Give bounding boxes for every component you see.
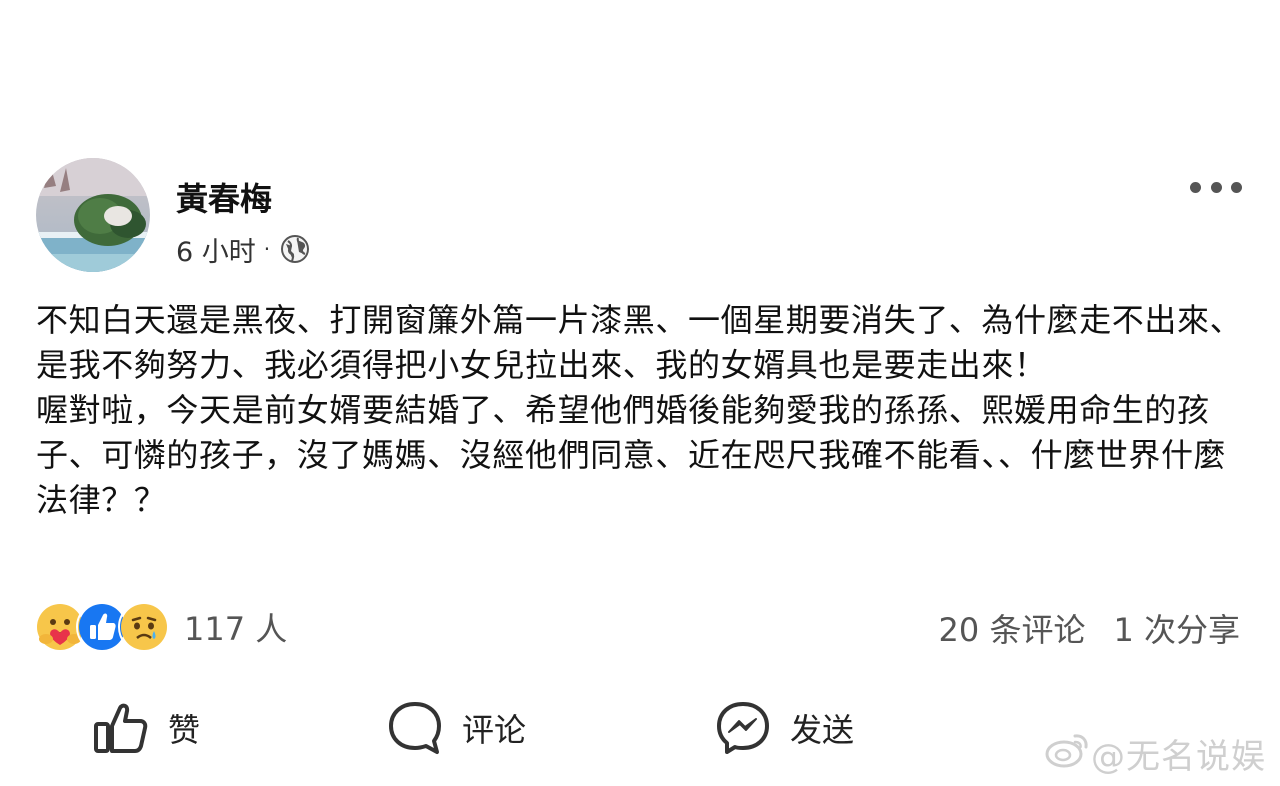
more-dot-icon — [1231, 181, 1242, 193]
thumbs-up-icon — [92, 699, 150, 757]
post-paragraph: 不知白天還是黑夜、打開窗簾外篇一片漆黑、一個星期要消失了、為什麼走不出來、是我不… — [36, 301, 1243, 384]
like-label: 赞 — [168, 711, 201, 749]
watermark-text: @无名说娱 — [1091, 737, 1266, 777]
post-text: 不知白天還是黑夜、打開窗簾外篇一片漆黑、一個星期要消失了、為什麼走不出來、是我不… — [36, 298, 1248, 523]
send-label: 发送 — [790, 711, 855, 749]
sad-emoji-icon — [118, 601, 170, 653]
reactions-summary[interactable]: 117 人 — [34, 601, 288, 653]
author-avatar[interactable] — [36, 158, 150, 272]
post-meta: 6 小时 · — [176, 230, 310, 269]
comment-bubble-icon — [386, 699, 444, 757]
more-dot-icon — [1190, 181, 1201, 193]
like-button[interactable]: 赞 — [92, 690, 200, 766]
comment-count-link[interactable]: 20 条评论 — [939, 605, 1086, 651]
comment-label: 评论 — [462, 711, 527, 749]
reaction-count: 117 人 — [184, 610, 288, 648]
engagement-stats: 20 条评论 1 次分享 — [939, 604, 1240, 652]
post-paragraph: 喔對啦，今天是前女婿要結婚了、希望他們婚後能夠愛我的孫孫、熙媛用命生的孩子、可憐… — [36, 391, 1227, 519]
comment-button[interactable]: 评论 — [386, 690, 526, 766]
globe-icon — [280, 234, 310, 264]
more-options-button[interactable] — [1190, 170, 1242, 204]
facebook-post: 黃春梅 6 小时 · 不知白天還是黑夜、打開窗簾外篇一片漆黑、一個星期要消失了、… — [0, 0, 1280, 786]
share-count-link[interactable]: 1 次分享 — [1113, 605, 1240, 651]
author-name[interactable]: 黃春梅 — [176, 180, 272, 218]
send-button[interactable]: 发送 — [714, 690, 854, 766]
more-dot-icon — [1210, 181, 1222, 193]
meta-separator: · — [263, 237, 271, 261]
watermark: @无名说娱 — [1045, 729, 1266, 778]
messenger-icon — [714, 699, 772, 757]
post-time[interactable]: 6 小时 — [176, 230, 256, 269]
weibo-logo-icon — [1045, 730, 1091, 777]
